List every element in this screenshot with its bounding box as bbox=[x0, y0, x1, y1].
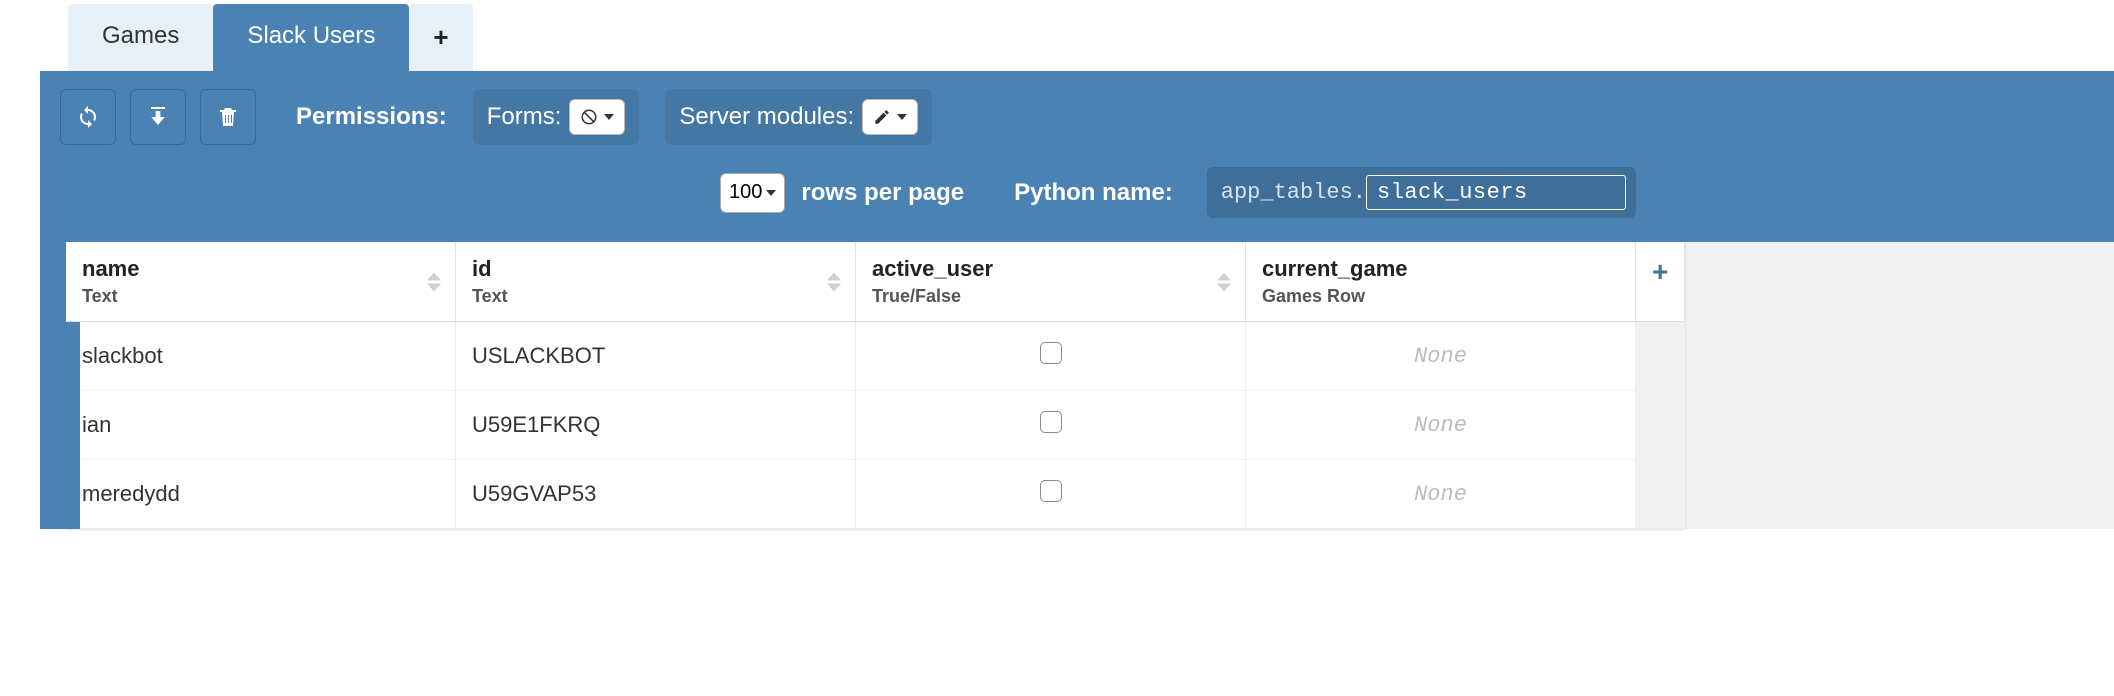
table-row[interactable]: slackbotUSLACKBOT None bbox=[66, 322, 1685, 391]
cell-current-game[interactable]: None bbox=[1246, 460, 1636, 529]
chevron-down-icon bbox=[897, 114, 907, 120]
column-name-label: name bbox=[82, 256, 439, 282]
cell-id[interactable]: U59E1FKRQ bbox=[456, 391, 856, 460]
pencil-icon bbox=[873, 108, 891, 126]
cell-active-user[interactable] bbox=[856, 460, 1246, 529]
server-modules-label: Server modules: bbox=[679, 103, 854, 131]
column-type-label: Games Row bbox=[1262, 286, 1619, 307]
download-icon bbox=[146, 105, 170, 129]
tab-games[interactable]: Games bbox=[68, 4, 213, 71]
tab-slack-users[interactable]: Slack Users bbox=[213, 4, 409, 71]
tabs-bar: Games Slack Users + bbox=[68, 4, 2114, 71]
sort-icon[interactable] bbox=[827, 272, 841, 291]
column-header-current-game[interactable]: current_game Games Row bbox=[1246, 242, 1636, 322]
server-modules-permission-group: Server modules: bbox=[665, 89, 932, 145]
python-name-label: Python name: bbox=[1014, 179, 1173, 207]
data-table: name Text id Text active_user True/False bbox=[40, 242, 2114, 529]
cell-name[interactable]: meredydd bbox=[66, 460, 456, 529]
sort-icon[interactable] bbox=[1217, 272, 1231, 291]
table-row[interactable]: meredyddU59GVAP53 None bbox=[66, 460, 1685, 529]
active-user-checkbox[interactable] bbox=[1040, 411, 1062, 433]
forms-permission-group: Forms: bbox=[473, 89, 640, 145]
python-name-input[interactable]: slack_users bbox=[1366, 175, 1626, 210]
plus-icon: + bbox=[433, 22, 448, 53]
refresh-icon bbox=[76, 105, 100, 129]
server-modules-permission-dropdown[interactable] bbox=[862, 99, 918, 135]
column-name-label: id bbox=[472, 256, 839, 282]
chevron-down-icon bbox=[604, 114, 614, 120]
download-button[interactable] bbox=[130, 89, 186, 145]
column-type-label: Text bbox=[82, 286, 439, 307]
rows-per-page-value: 100 bbox=[729, 181, 762, 204]
column-header-active-user[interactable]: active_user True/False bbox=[856, 242, 1246, 322]
cell-id[interactable]: U59GVAP53 bbox=[456, 460, 856, 529]
rows-per-page-label: rows per page bbox=[801, 179, 964, 207]
active-user-checkbox[interactable] bbox=[1040, 480, 1062, 502]
cell-name[interactable]: ian bbox=[66, 391, 456, 460]
forms-permission-dropdown[interactable] bbox=[569, 99, 625, 135]
no-entry-icon bbox=[580, 108, 598, 126]
cell-empty bbox=[1636, 322, 1685, 391]
cell-empty bbox=[1636, 391, 1685, 460]
chevron-down-icon bbox=[766, 190, 776, 196]
column-type-label: True/False bbox=[872, 286, 1229, 307]
cell-id[interactable]: USLACKBOT bbox=[456, 322, 856, 391]
cell-current-game[interactable]: None bbox=[1246, 322, 1636, 391]
permissions-label: Permissions: bbox=[296, 103, 447, 131]
cell-active-user[interactable] bbox=[856, 391, 1246, 460]
column-name-label: active_user bbox=[872, 256, 1229, 282]
trash-icon bbox=[216, 105, 240, 129]
cell-empty bbox=[1636, 460, 1685, 529]
cell-current-game[interactable]: None bbox=[1246, 391, 1636, 460]
delete-button[interactable] bbox=[200, 89, 256, 145]
add-column-button[interactable]: + bbox=[1636, 242, 1685, 322]
cell-active-user[interactable] bbox=[856, 322, 1246, 391]
tab-add[interactable]: + bbox=[409, 4, 472, 71]
column-header-name[interactable]: name Text bbox=[66, 242, 456, 322]
column-type-label: Text bbox=[472, 286, 839, 307]
table-row[interactable]: ianU59E1FKRQ None bbox=[66, 391, 1685, 460]
plus-icon: + bbox=[1652, 256, 1668, 287]
refresh-button[interactable] bbox=[60, 89, 116, 145]
sort-icon[interactable] bbox=[427, 272, 441, 291]
cell-name[interactable]: slackbot bbox=[66, 322, 456, 391]
rows-per-page-select[interactable]: 100 bbox=[720, 173, 785, 213]
python-name-box: app_tables. slack_users bbox=[1207, 167, 1636, 218]
active-user-checkbox[interactable] bbox=[1040, 342, 1062, 364]
forms-label: Forms: bbox=[487, 103, 562, 131]
column-name-label: current_game bbox=[1262, 256, 1619, 282]
toolbar: Permissions: Forms: Server modules: 100 bbox=[40, 71, 2114, 242]
python-name-prefix: app_tables. bbox=[1221, 180, 1366, 205]
column-header-id[interactable]: id Text bbox=[456, 242, 856, 322]
